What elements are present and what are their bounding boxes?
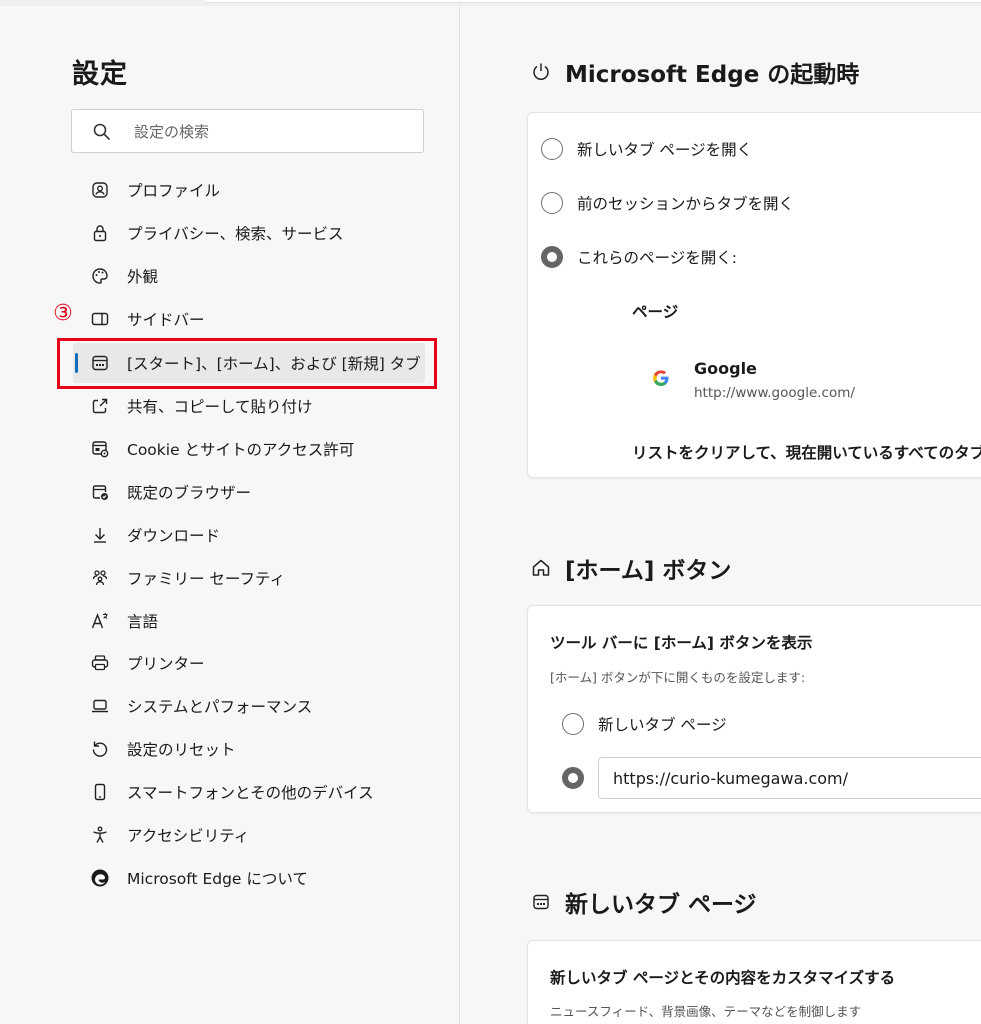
startup-card: 新しいタブ ページを開く 前のセッションからタブを開く これらのページを開く: … xyxy=(527,112,981,478)
sidebar-item-label: プリンター xyxy=(127,655,205,673)
sidebar-item-printers[interactable]: プリンター xyxy=(73,643,425,683)
home-title-text: [ホーム] ボタン xyxy=(565,558,732,584)
search-icon xyxy=(93,123,110,140)
settings-search-box[interactable] xyxy=(71,109,424,153)
sidebar-item-label: 共有、コピーして貼り付け xyxy=(127,398,313,416)
sidebar-item-system[interactable]: システムとパフォーマンス xyxy=(73,686,425,726)
newtab-section-title: 新しいタブ ページ xyxy=(530,885,757,919)
site-permissions-icon xyxy=(90,439,110,459)
sidebar-item-about[interactable]: Microsoft Edge について xyxy=(73,858,425,898)
option-label: 前のセッションからタブを開く xyxy=(577,195,795,213)
home-url-input[interactable] xyxy=(598,757,981,799)
page-url: http://www.google.com/ xyxy=(694,385,855,401)
sidebar-item-label: 設定のリセット xyxy=(127,741,236,759)
sidebar-item-label: Microsoft Edge について xyxy=(127,870,308,888)
sidebar-item-label: システムとパフォーマンス xyxy=(127,698,313,716)
share-icon xyxy=(90,396,110,416)
home-description: [ホーム] ボタンが下に開くものを設定します: xyxy=(550,670,806,685)
pages-header: ページ xyxy=(632,303,679,321)
accessibility-icon xyxy=(90,825,110,845)
settings-title: 設定 xyxy=(72,59,128,90)
sidebar-item-privacy[interactable]: プライバシー、検索、サービス xyxy=(73,213,425,253)
newtab-customize-desc: ニュースフィード、背景画像、テーマなどを制御します xyxy=(550,1004,862,1019)
power-icon xyxy=(530,61,552,83)
sidebar-item-label: 言語 xyxy=(127,613,159,631)
startup-option-newtab[interactable]: 新しいタブ ページを開く xyxy=(541,138,752,160)
settings-sidebar: 設定 プロファイル プライバシー、検索、サービス 外観 サイドバー [スタート]… xyxy=(0,6,460,1024)
sidebar-item-default-browser[interactable]: 既定のブラウザー xyxy=(73,472,425,512)
home-icon xyxy=(530,557,552,579)
newtab-customize-label: 新しいタブ ページとその内容をカスタマイズする xyxy=(550,969,896,987)
radio-button-selected[interactable] xyxy=(541,246,563,268)
active-tab-edge xyxy=(205,0,981,3)
settings-content: Microsoft Edge の起動時 新しいタブ ページを開く 前のセッション… xyxy=(460,6,981,1024)
newtab-icon xyxy=(530,891,552,913)
sidebar-item-languages[interactable]: 言語 xyxy=(73,601,425,641)
home-card: ツール バーに [ホーム] ボタンを表示 [ホーム] ボタンが下に開くものを設定… xyxy=(527,605,981,813)
radio-button[interactable] xyxy=(541,192,563,214)
laptop-icon xyxy=(90,696,110,716)
newtab-card: 新しいタブ ページとその内容をカスタマイズする ニュースフィード、背景画像、テー… xyxy=(527,940,981,1024)
edge-logo-icon xyxy=(90,868,110,888)
search-input[interactable] xyxy=(132,118,416,146)
sidebar-item-profile[interactable]: プロファイル xyxy=(73,170,425,210)
newtab-icon xyxy=(90,353,110,373)
option-label: 新しいタブ ページを開く xyxy=(577,141,753,159)
home-option-newtab[interactable]: 新しいタブ ページ xyxy=(562,713,727,735)
sidebar-item-share[interactable]: 共有、コピーして貼り付け xyxy=(73,386,425,426)
step-annotation: ③ xyxy=(53,301,73,326)
sidebar-item-label: 既定のブラウザー xyxy=(127,484,252,502)
sidebar-item-label: プロファイル xyxy=(127,182,221,200)
sidebar-item-label: Cookie とサイトのアクセス許可 xyxy=(127,441,355,459)
language-icon xyxy=(90,611,110,631)
sidebar-item-accessibility[interactable]: アクセシビリティ xyxy=(73,815,425,855)
startup-section-title: Microsoft Edge の起動時 xyxy=(530,55,859,89)
home-section-title: [ホーム] ボタン xyxy=(530,551,731,585)
sidebar-item-label: ファミリー セーフティ xyxy=(127,570,286,588)
clear-list-text: リストをクリアして、現在開いているすべてのタブに xyxy=(632,444,981,462)
radio-button[interactable] xyxy=(541,138,563,160)
startup-title-text: Microsoft Edge の起動時 xyxy=(565,62,860,88)
sidebar-item-label: ダウンロード xyxy=(127,527,221,545)
lock-icon xyxy=(90,223,110,243)
sidebar-item-downloads[interactable]: ダウンロード xyxy=(73,515,425,555)
sidebar-icon xyxy=(90,309,110,329)
home-url-radio-selected[interactable] xyxy=(562,767,584,789)
sidebar-item-label: [スタート]、[ホーム]、および [新規] タブ xyxy=(127,355,421,373)
sidebar-item-label: 外観 xyxy=(127,268,159,286)
sidebar-item-phone[interactable]: スマートフォンとその他のデバイス xyxy=(73,772,425,812)
sidebar-item-appearance[interactable]: 外観 xyxy=(73,256,425,296)
page-name: Google xyxy=(694,359,757,378)
sidebar-item-label: プライバシー、検索、サービス xyxy=(127,225,344,243)
option-label: 新しいタブ ページ xyxy=(598,716,727,734)
phone-icon xyxy=(90,782,110,802)
startup-option-previous-session[interactable]: 前のセッションからタブを開く xyxy=(541,192,794,214)
startup-option-specific-pages[interactable]: これらのページを開く: xyxy=(541,246,737,268)
default-browser-icon xyxy=(90,482,110,502)
profile-icon xyxy=(90,180,110,200)
option-label: これらのページを開く: xyxy=(577,249,737,267)
google-g-icon xyxy=(652,369,670,391)
sidebar-item-start-home-newtab[interactable]: [スタート]、[ホーム]、および [新規] タブ xyxy=(73,343,425,383)
palette-icon xyxy=(90,266,110,286)
sidebar-item-label: スマートフォンとその他のデバイス xyxy=(127,784,374,802)
radio-button[interactable] xyxy=(562,713,584,735)
sidebar-item-family[interactable]: ファミリー セーフティ xyxy=(73,558,425,598)
selected-indicator xyxy=(75,353,78,373)
download-icon xyxy=(90,525,110,545)
reset-icon xyxy=(90,739,110,759)
sidebar-item-cookies[interactable]: Cookie とサイトのアクセス許可 xyxy=(73,429,425,469)
sidebar-item-label: アクセシビリティ xyxy=(127,827,250,845)
sidebar-item-reset[interactable]: 設定のリセット xyxy=(73,729,425,769)
home-toggle-label: ツール バーに [ホーム] ボタンを表示 xyxy=(550,634,813,652)
newtab-title-text: 新しいタブ ページ xyxy=(565,892,757,918)
sidebar-item-sidebar[interactable]: サイドバー xyxy=(73,299,425,339)
printer-icon xyxy=(90,653,110,673)
family-icon xyxy=(90,568,110,588)
sidebar-item-label: サイドバー xyxy=(127,311,205,329)
